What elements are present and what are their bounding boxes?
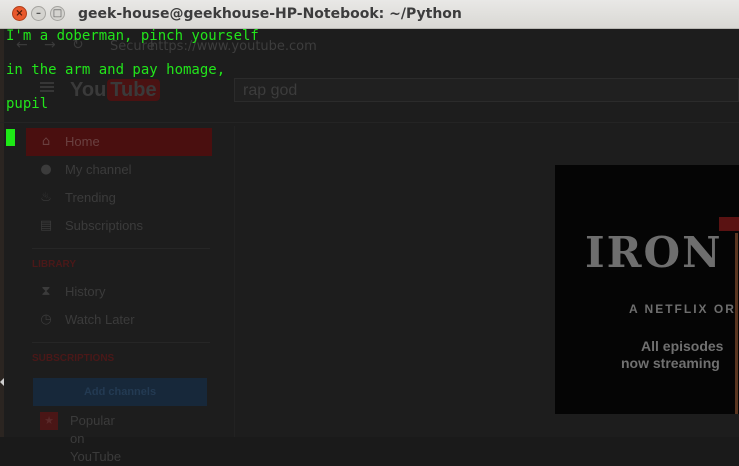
- sidebar-item-label: History: [65, 284, 106, 299]
- home-icon: ⌂: [41, 134, 51, 149]
- sidebar-item-label: My channel: [65, 162, 132, 177]
- sidebar-item-label: Popular on YouTube: [70, 413, 122, 464]
- terminal-line: pupil: [6, 96, 49, 112]
- sidebar-item-label: Subscriptions: [65, 218, 144, 233]
- terminal-line: in the arm and pay homage,: [6, 62, 226, 78]
- close-button[interactable]: ×: [12, 6, 27, 21]
- library-heading: LIBRARY: [32, 259, 77, 270]
- logo-tube: Tube: [107, 79, 160, 101]
- sidebar-item-watch-later[interactable]: ◷ Watch Later: [26, 306, 212, 334]
- window-titlebar[interactable]: × – □ geek-house@geekhouse-HP-Notebook: …: [0, 0, 739, 29]
- subscriptions-icon: ▤: [39, 218, 53, 233]
- menu-icon[interactable]: [40, 82, 54, 92]
- sidebar-item-home[interactable]: ⌂ Home: [26, 128, 212, 156]
- maximize-button[interactable]: □: [50, 6, 65, 21]
- logo-you: You: [70, 79, 107, 101]
- add-channels-button[interactable]: Add channels: [33, 378, 207, 406]
- launcher-notch-icon: [0, 378, 4, 386]
- sidebar-item-label: Home: [65, 134, 100, 149]
- star-icon: ★: [40, 412, 58, 430]
- hourglass-icon: ⧗: [41, 284, 51, 299]
- content-divider: [234, 126, 235, 437]
- youtube-sidebar: ⌂ Home ● My channel ♨ Trending ▤ Subscri…: [26, 126, 220, 464]
- sidebar-item-label: Watch Later: [65, 312, 135, 327]
- subscriptions-heading: SUBSCRIPTIONS: [32, 353, 115, 364]
- sidebar-divider: [32, 248, 210, 249]
- youtube-logo[interactable]: You Tube: [70, 78, 160, 102]
- search-query: rap god: [243, 82, 298, 99]
- video-ad-panel[interactable]: IRON A NETFLIX OR All episodes now strea…: [555, 165, 739, 414]
- search-input[interactable]: rap god: [234, 78, 739, 102]
- sidebar-divider: [32, 342, 210, 343]
- user-icon: ●: [40, 162, 52, 177]
- sidebar-item-subscriptions[interactable]: ▤ Subscriptions: [26, 212, 212, 240]
- ad-logo-text: IRON: [585, 228, 723, 277]
- ad-line-1: All episodes: [641, 338, 724, 354]
- flame-icon: ♨: [40, 190, 52, 205]
- sidebar-item-trending[interactable]: ♨ Trending: [26, 184, 212, 212]
- sidebar-item-history[interactable]: ⧗ History: [26, 278, 212, 306]
- minimize-button[interactable]: –: [31, 6, 46, 21]
- terminal-cursor: [6, 129, 15, 146]
- ad-subtitle: A NETFLIX OR: [629, 302, 736, 316]
- ad-edge-strip: [735, 233, 738, 414]
- terminal-line: I'm a doberman, pinch yourself: [6, 28, 259, 44]
- window-title: geek-house@geekhouse-HP-Notebook: ~/Pyth…: [78, 6, 462, 22]
- clock-icon: ◷: [40, 312, 52, 327]
- sidebar-item-my-channel[interactable]: ● My channel: [26, 156, 212, 184]
- sidebar-item-label: Trending: [65, 190, 116, 205]
- ad-line-2: now streaming: [621, 355, 720, 371]
